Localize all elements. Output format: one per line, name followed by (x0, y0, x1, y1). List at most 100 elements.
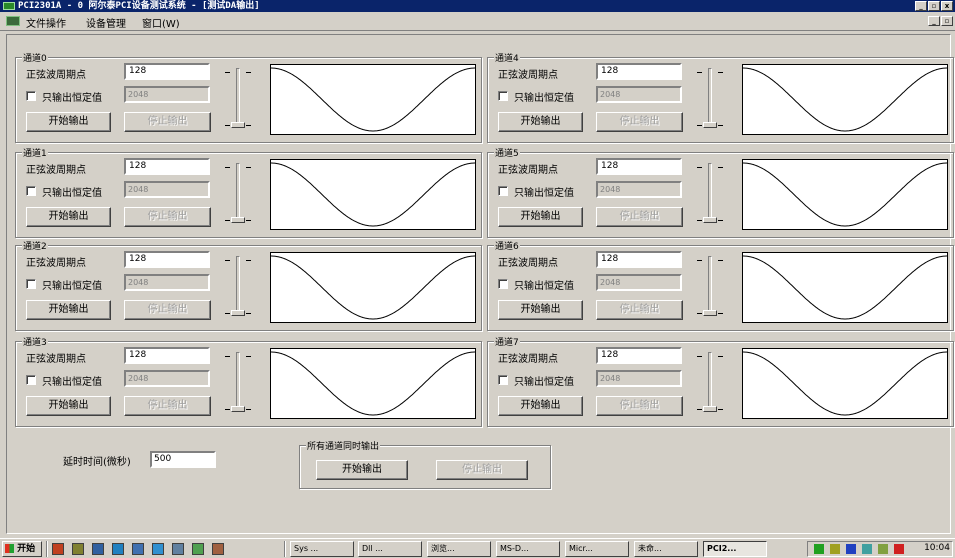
stop-output-button[interactable]: 停止输出 (124, 112, 211, 132)
tray-icon[interactable] (830, 544, 840, 554)
slider-thumb[interactable] (703, 122, 717, 128)
stop-output-button[interactable]: 停止输出 (124, 396, 211, 416)
slider-thumb[interactable] (231, 310, 245, 316)
stop-output-button[interactable]: 停止输出 (596, 207, 683, 227)
const-output-label: 只输出恒定值 (42, 93, 102, 104)
quicklaunch-icon[interactable] (152, 543, 164, 555)
quicklaunch-icon[interactable] (72, 543, 84, 555)
slider-thumb[interactable] (231, 406, 245, 412)
amplitude-slider[interactable] (225, 66, 251, 130)
const-output-checkbox[interactable] (498, 279, 508, 289)
network-icon[interactable] (814, 544, 824, 554)
stop-output-button[interactable]: 停止输出 (124, 207, 211, 227)
const-output-checkbox[interactable] (498, 91, 508, 101)
amplitude-slider[interactable] (225, 161, 251, 225)
pci-app-icon[interactable] (3, 2, 15, 10)
period-input[interactable]: 128 (596, 63, 682, 80)
const-value-input[interactable]: 2048 (124, 274, 210, 291)
slider-thumb[interactable] (703, 406, 717, 412)
start-output-button[interactable]: 开始输出 (498, 112, 583, 132)
start-button[interactable]: 开始 (2, 541, 42, 557)
channel-title: 通道7 (494, 335, 520, 348)
const-output-checkbox[interactable] (26, 375, 36, 385)
quicklaunch-icon[interactable] (132, 543, 144, 555)
stop-output-button[interactable]: 停止输出 (596, 112, 683, 132)
maximize-button[interactable]: ▫ (928, 1, 940, 11)
tray-icon[interactable] (846, 544, 856, 554)
const-value-input[interactable]: 2048 (596, 274, 682, 291)
channel-group: 通道6 正弦波周期点 128 只输出恒定值 2048 开始输出 停止输出 (487, 239, 954, 331)
const-output-checkbox[interactable] (26, 279, 36, 289)
taskbar-task-button[interactable]: Sys ... (290, 541, 354, 557)
period-input[interactable]: 128 (124, 158, 210, 175)
quicklaunch-icon[interactable] (172, 543, 184, 555)
amplitude-slider[interactable] (225, 350, 251, 414)
all-start-button[interactable]: 开始输出 (316, 460, 408, 480)
quicklaunch-icon[interactable] (192, 543, 204, 555)
const-value-input[interactable]: 2048 (124, 370, 210, 387)
period-input[interactable]: 128 (596, 251, 682, 268)
child-minimize-button[interactable]: _ (928, 16, 940, 26)
start-output-button[interactable]: 开始输出 (498, 207, 583, 227)
start-output-button[interactable]: 开始输出 (26, 207, 111, 227)
close-button[interactable]: x (941, 1, 953, 11)
const-output-checkbox[interactable] (498, 375, 508, 385)
quicklaunch-icon[interactable] (212, 543, 224, 555)
start-output-button[interactable]: 开始输出 (26, 112, 111, 132)
amplitude-slider[interactable] (697, 66, 723, 130)
tray-icon[interactable] (878, 544, 888, 554)
quicklaunch-icon[interactable] (52, 543, 64, 555)
taskbar-task-button[interactable]: 未命... (634, 541, 698, 557)
channel-title: 通道6 (494, 239, 520, 252)
menu-window[interactable]: 窗口(W) (142, 15, 180, 30)
const-output-label: 只输出恒定值 (42, 281, 102, 292)
slider-thumb[interactable] (231, 217, 245, 223)
const-value-input[interactable]: 2048 (596, 370, 682, 387)
start-output-button[interactable]: 开始输出 (498, 396, 583, 416)
period-input[interactable]: 128 (596, 158, 682, 175)
const-value-input[interactable]: 2048 (596, 86, 682, 103)
document-icon[interactable] (6, 16, 20, 26)
const-value-input[interactable]: 2048 (124, 181, 210, 198)
amplitude-slider[interactable] (697, 254, 723, 318)
menu-file-ops[interactable]: 文件操作 (26, 15, 66, 30)
child-restore-button[interactable]: ▫ (941, 16, 953, 26)
stop-output-button[interactable]: 停止输出 (596, 300, 683, 320)
stop-output-button[interactable]: 停止输出 (124, 300, 211, 320)
all-stop-button[interactable]: 停止输出 (436, 460, 528, 480)
period-input[interactable]: 128 (596, 347, 682, 364)
const-output-checkbox[interactable] (26, 186, 36, 196)
quicklaunch-icon[interactable] (112, 543, 124, 555)
amplitude-slider[interactable] (697, 161, 723, 225)
volume-icon[interactable] (894, 544, 904, 554)
minimize-icon: _ (919, 2, 923, 10)
taskbar: 开始 Sys ... Dll ... 浏览... MS-D... Micr... 未命..… (0, 538, 955, 558)
delay-input[interactable]: 500 (150, 451, 216, 468)
start-output-button[interactable]: 开始输出 (26, 396, 111, 416)
tray-icon[interactable] (862, 544, 872, 554)
slider-thumb[interactable] (231, 122, 245, 128)
period-input[interactable]: 128 (124, 251, 210, 268)
const-output-checkbox[interactable] (498, 186, 508, 196)
const-output-checkbox[interactable] (26, 91, 36, 101)
menu-device-mgmt[interactable]: 设备管理 (86, 15, 126, 30)
taskbar-task-button[interactable]: Micr... (565, 541, 629, 557)
amplitude-slider[interactable] (225, 254, 251, 318)
channel-title: 通道4 (494, 51, 520, 64)
const-value-input[interactable]: 2048 (596, 181, 682, 198)
slider-thumb[interactable] (703, 310, 717, 316)
period-input[interactable]: 128 (124, 63, 210, 80)
period-input[interactable]: 128 (124, 347, 210, 364)
amplitude-slider[interactable] (697, 350, 723, 414)
slider-thumb[interactable] (703, 217, 717, 223)
minimize-button[interactable]: _ (915, 1, 927, 11)
taskbar-task-button[interactable]: 浏览... (427, 541, 491, 557)
const-value-input[interactable]: 2048 (124, 86, 210, 103)
taskbar-task-button[interactable]: PCI2... (703, 541, 767, 557)
start-output-button[interactable]: 开始输出 (26, 300, 111, 320)
taskbar-task-button[interactable]: Dll ... (358, 541, 422, 557)
quicklaunch-icon[interactable] (92, 543, 104, 555)
taskbar-task-button[interactable]: MS-D... (496, 541, 560, 557)
stop-output-button[interactable]: 停止输出 (596, 396, 683, 416)
start-output-button[interactable]: 开始输出 (498, 300, 583, 320)
